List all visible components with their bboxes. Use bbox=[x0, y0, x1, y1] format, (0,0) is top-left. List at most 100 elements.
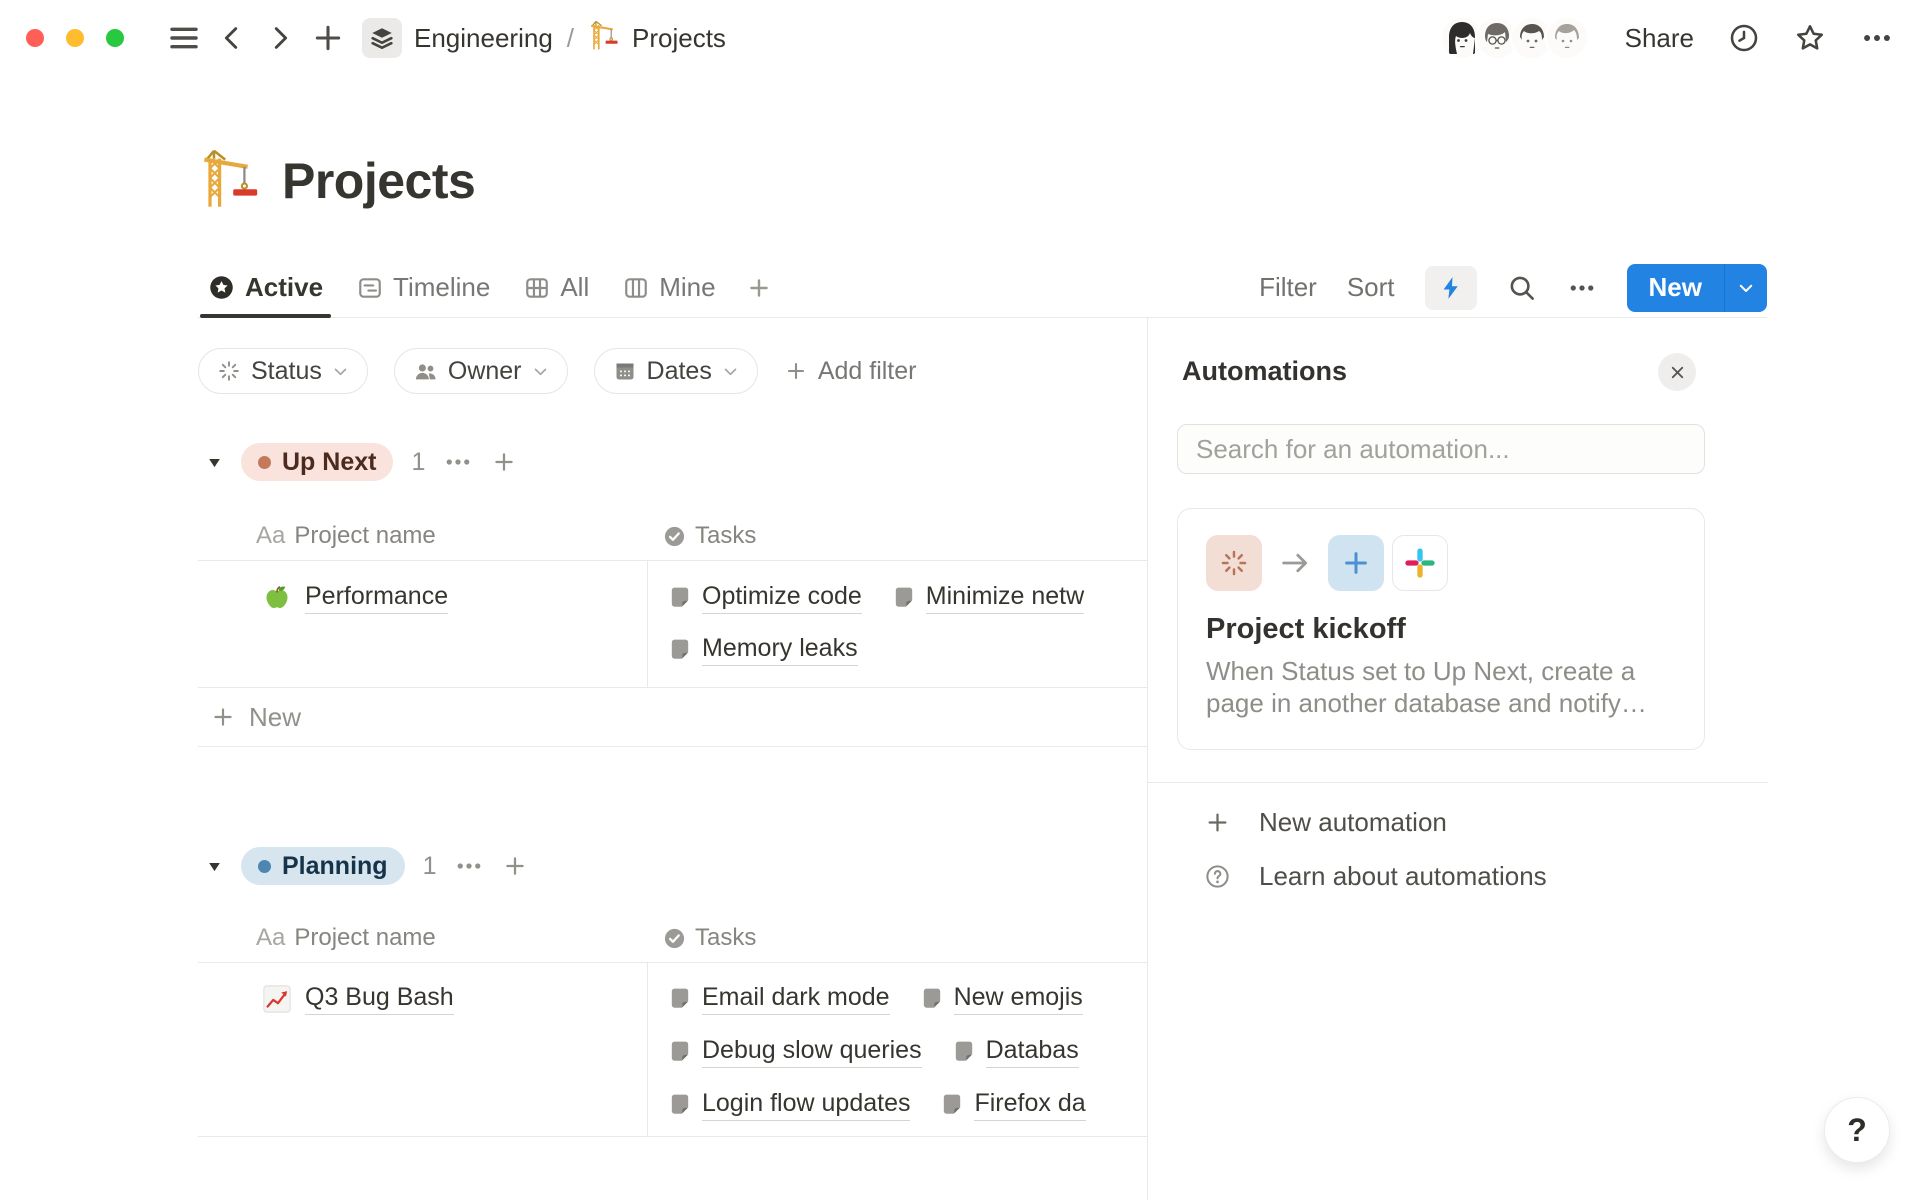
search-view-icon[interactable] bbox=[1507, 273, 1537, 303]
breadcrumb-separator: / bbox=[567, 23, 574, 54]
avatar bbox=[1545, 16, 1589, 60]
tasks-cell: Optimize code Minimize netw Memory leaks bbox=[647, 561, 1148, 687]
minimize-window-button[interactable] bbox=[66, 29, 84, 47]
close-panel-button[interactable] bbox=[1658, 353, 1696, 391]
calendar-icon bbox=[613, 359, 637, 383]
collaborator-avatars[interactable] bbox=[1440, 16, 1589, 60]
task-link[interactable]: Email dark mode bbox=[668, 983, 890, 1015]
status-dot bbox=[258, 860, 271, 873]
group-options-icon[interactable] bbox=[454, 851, 484, 881]
more-options-icon[interactable] bbox=[1860, 21, 1894, 55]
chevron-down-icon bbox=[1737, 279, 1755, 297]
text-property-icon: Aa bbox=[256, 924, 285, 952]
project-link[interactable]: Performance bbox=[305, 582, 448, 614]
task-link[interactable]: Memory leaks bbox=[668, 634, 858, 666]
table-view-icon bbox=[524, 275, 550, 301]
status-trigger-icon bbox=[1206, 535, 1262, 591]
table-header: Aa Project name Tasks bbox=[198, 914, 1148, 963]
favorite-star-icon[interactable] bbox=[1794, 22, 1826, 54]
task-link[interactable]: Debug slow queries bbox=[668, 1036, 922, 1068]
page-icon bbox=[668, 1093, 692, 1117]
share-button[interactable]: Share bbox=[1625, 23, 1694, 54]
status-dot bbox=[258, 456, 271, 469]
owner-filter-chip[interactable]: Owner bbox=[394, 348, 568, 394]
view-options-icon[interactable] bbox=[1567, 273, 1597, 303]
page-icon bbox=[920, 987, 944, 1011]
zoom-window-button[interactable] bbox=[106, 29, 124, 47]
task-link[interactable]: Databas bbox=[952, 1036, 1079, 1068]
help-button[interactable]: ? bbox=[1824, 1097, 1890, 1163]
page-icon bbox=[668, 638, 692, 662]
column-header-project-name[interactable]: Aa Project name bbox=[198, 522, 647, 550]
forward-icon[interactable] bbox=[260, 18, 300, 58]
group-options-icon[interactable] bbox=[443, 447, 473, 477]
page-icon bbox=[668, 987, 692, 1011]
plus-icon bbox=[784, 359, 808, 383]
close-icon bbox=[1668, 363, 1687, 382]
close-window-button[interactable] bbox=[26, 29, 44, 47]
add-view-button[interactable] bbox=[740, 258, 778, 317]
automation-search-input[interactable] bbox=[1177, 424, 1705, 474]
new-button[interactable]: New bbox=[1627, 264, 1724, 312]
sidebar-menu-icon[interactable] bbox=[164, 18, 204, 58]
check-circle-icon bbox=[663, 927, 686, 950]
sort-button[interactable]: Sort bbox=[1347, 272, 1395, 303]
notion-window: Engineering / Projects bbox=[0, 0, 1920, 1200]
tab-active[interactable]: Active bbox=[198, 258, 333, 317]
new-dropdown-button[interactable] bbox=[1725, 264, 1767, 312]
tab-all[interactable]: All bbox=[514, 258, 599, 317]
crane-icon bbox=[588, 19, 620, 58]
people-icon bbox=[413, 359, 438, 384]
project-link[interactable]: Q3 Bug Bash bbox=[305, 983, 454, 1015]
filter-row: Status Owner Dates Add filter bbox=[198, 348, 917, 394]
page-icon bbox=[940, 1093, 964, 1117]
plus-icon bbox=[746, 275, 772, 301]
task-link[interactable]: New emojis bbox=[920, 983, 1083, 1015]
group-status-pill[interactable]: Planning bbox=[241, 847, 405, 885]
learn-about-automations-link[interactable]: Learn about automations bbox=[1148, 850, 1768, 902]
collapse-triangle-icon[interactable] bbox=[206, 454, 223, 471]
task-link[interactable]: Login flow updates bbox=[668, 1089, 910, 1121]
board-view-icon bbox=[623, 275, 649, 301]
group-up-next: Up Next 1 Aa Project name Tasks bbox=[198, 442, 1148, 747]
automations-lightning-button[interactable] bbox=[1425, 266, 1477, 310]
task-link[interactable]: Firefox da bbox=[940, 1089, 1085, 1121]
automation-title: Project kickoff bbox=[1206, 613, 1676, 646]
page-crane-icon bbox=[198, 146, 262, 215]
star-circle-icon bbox=[208, 274, 235, 301]
collapse-triangle-icon[interactable] bbox=[206, 858, 223, 875]
new-automation-button[interactable]: New automation bbox=[1148, 796, 1768, 848]
tab-mine[interactable]: Mine bbox=[613, 258, 725, 317]
updates-clock-icon[interactable] bbox=[1728, 22, 1760, 54]
new-page-icon[interactable] bbox=[308, 18, 348, 58]
project-name-cell[interactable]: Q3 Bug Bash bbox=[198, 963, 647, 1136]
automation-card[interactable]: Project kickoff When Status set to Up Ne… bbox=[1177, 508, 1705, 750]
add-filter-button[interactable]: Add filter bbox=[784, 357, 917, 386]
new-row-button[interactable]: New bbox=[198, 688, 1148, 747]
task-link[interactable]: Minimize netw bbox=[892, 582, 1084, 614]
page-title[interactable]: Projects bbox=[282, 152, 475, 210]
teamspace-icon[interactable] bbox=[362, 18, 402, 58]
project-name-cell[interactable]: Performance bbox=[198, 561, 647, 687]
group-add-icon[interactable] bbox=[502, 853, 528, 879]
timeline-view-icon bbox=[357, 275, 383, 301]
breadcrumb-teamspace[interactable]: Engineering bbox=[414, 23, 553, 54]
breadcrumb-page[interactable]: Projects bbox=[632, 23, 726, 54]
filter-button[interactable]: Filter bbox=[1259, 272, 1317, 303]
column-header-tasks[interactable]: Tasks bbox=[647, 924, 1148, 952]
group-add-icon[interactable] bbox=[491, 449, 517, 475]
automation-description: When Status set to Up Next, create a pag… bbox=[1206, 655, 1680, 719]
dates-filter-chip[interactable]: Dates bbox=[594, 348, 758, 394]
group-status-pill[interactable]: Up Next bbox=[241, 443, 393, 481]
window-titlebar: Engineering / Projects bbox=[0, 0, 1920, 76]
back-icon[interactable] bbox=[212, 18, 252, 58]
status-burst-icon bbox=[217, 359, 241, 383]
tab-timeline[interactable]: Timeline bbox=[347, 258, 500, 317]
task-link[interactable]: Optimize code bbox=[668, 582, 862, 614]
panel-title: Automations bbox=[1182, 356, 1347, 387]
status-filter-chip[interactable]: Status bbox=[198, 348, 368, 394]
plus-icon bbox=[1204, 809, 1231, 836]
column-header-project-name[interactable]: Aa Project name bbox=[198, 924, 647, 952]
column-header-tasks[interactable]: Tasks bbox=[647, 522, 1148, 550]
panel-divider bbox=[1148, 782, 1768, 783]
